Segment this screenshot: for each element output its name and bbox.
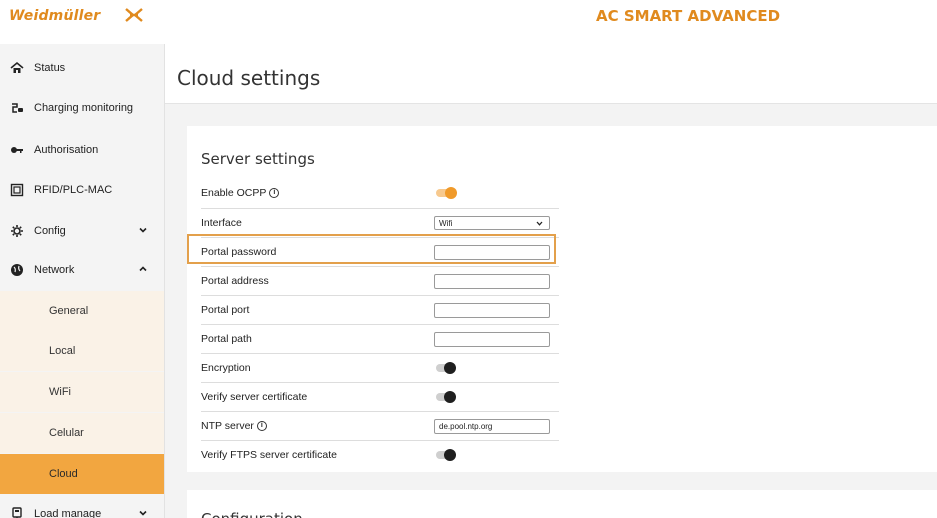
setting-label: Encryption [201, 362, 251, 374]
setting-row-portal-port: Portal port [201, 295, 559, 324]
setting-row-interface: Interface Wifi [201, 208, 559, 237]
setting-label: Verify server certificate [201, 391, 308, 403]
verify-ftps-certificate-toggle[interactable] [434, 448, 460, 462]
home-icon [10, 61, 24, 73]
sidebar-item-config[interactable]: Config [0, 211, 164, 251]
sidebar-subitem-general[interactable]: General [0, 291, 164, 331]
setting-row-portal-path: Portal path [201, 324, 559, 353]
section-title: Configuration [201, 510, 303, 518]
chevron-down-icon [536, 221, 543, 226]
sidebar-item-rfid-plc-mac[interactable]: RFID/PLC-MAC [0, 170, 164, 210]
sidebar-subitem-label: WiFi [49, 386, 71, 398]
info-icon[interactable]: i [269, 187, 280, 198]
sidebar-item-label: Authorisation [34, 144, 99, 156]
load-management-icon [12, 507, 22, 518]
sidebar-item-label: Network [34, 264, 75, 276]
setting-row-encryption: Encryption [201, 353, 559, 382]
portal-port-input[interactable] [434, 302, 550, 318]
setting-label: Portal address [201, 275, 269, 287]
sidebar-subitem-label: Celular [49, 427, 84, 439]
chevron-up-icon [139, 266, 147, 272]
brand-logo-icon [125, 8, 143, 22]
section-title: Server settings [201, 150, 315, 168]
product-title: AC SMART ADVANCED [596, 7, 781, 25]
sidebar-subitem-celular[interactable]: Celular [0, 413, 164, 453]
sidebar-item-charging-monitoring[interactable]: Charging monitoring [0, 88, 164, 128]
sidebar-subitem-wifi[interactable]: WiFi [0, 372, 164, 412]
sidebar-item-status[interactable]: Status [0, 48, 164, 88]
sidebar: Status Charging monitoring Authorisation… [0, 44, 165, 518]
sidebar-item-label: Config [34, 225, 66, 237]
page-title: Cloud settings [177, 66, 321, 90]
chevron-down-icon [139, 510, 147, 516]
main-content: Cloud settings Server settings Enable OC… [165, 44, 937, 518]
portal-path-input[interactable] [434, 331, 550, 347]
verify-server-certificate-toggle[interactable] [434, 390, 460, 404]
sidebar-item-label: Load manage [34, 508, 102, 518]
sidebar-subitem-label: Local [49, 345, 76, 357]
sidebar-item-load-manage[interactable]: Load manage [0, 494, 164, 518]
setting-label: Enable OCPP [201, 186, 267, 199]
charging-plug-icon [12, 103, 23, 113]
setting-row-portal-address: Portal address [201, 266, 559, 295]
setting-label: Interface [201, 217, 242, 229]
card-reader-icon [10, 183, 24, 197]
highlight-box [187, 234, 556, 264]
interface-select[interactable]: Wifi [434, 216, 550, 230]
enable-ocpp-toggle[interactable] [434, 186, 460, 200]
sidebar-subitem-cloud[interactable]: Cloud [0, 454, 164, 494]
interface-select-value: Wifi [439, 218, 453, 228]
app-header: Weidmüller AC SMART ADVANCED [0, 0, 937, 44]
key-icon [11, 147, 23, 153]
sidebar-item-label: Status [34, 62, 66, 74]
setting-label: NTP server [201, 420, 254, 432]
server-settings-card: Server settings Enable OCPP i Interface … [187, 126, 937, 472]
sliders-icon [11, 225, 23, 237]
sidebar-subitem-label: General [49, 305, 89, 317]
setting-row-enable-ocpp: Enable OCPP i [201, 178, 559, 207]
setting-label: Portal path [201, 333, 252, 345]
setting-row-verify-ftps-certificate: Verify FTPS server certificate [201, 440, 559, 469]
setting-row-ntp-server: NTP server i de.pool.ntp.org [201, 411, 559, 440]
ntp-server-input[interactable]: de.pool.ntp.org [434, 418, 550, 434]
setting-label: Portal port [201, 304, 250, 316]
configuration-card: Configuration [187, 490, 937, 518]
brand-logo-text: Weidmüller [9, 8, 101, 24]
sidebar-subitem-label: Cloud [49, 468, 78, 480]
setting-label: Verify FTPS server certificate [201, 449, 337, 461]
page-title-bar: Cloud settings [165, 44, 937, 104]
sidebar-subitem-local[interactable]: Local [0, 331, 164, 371]
encryption-toggle[interactable] [434, 361, 460, 375]
sidebar-item-label: Charging monitoring [34, 102, 134, 114]
chevron-down-icon [139, 227, 147, 233]
globe-icon [11, 264, 23, 276]
sidebar-item-network[interactable]: Network [0, 250, 164, 290]
portal-address-input[interactable] [434, 273, 550, 289]
setting-row-verify-server-certificate: Verify server certificate [201, 382, 559, 411]
sidebar-item-label: RFID/PLC-MAC [34, 184, 113, 196]
info-icon[interactable]: i [256, 421, 267, 431]
sidebar-item-authorisation[interactable]: Authorisation [0, 130, 164, 170]
